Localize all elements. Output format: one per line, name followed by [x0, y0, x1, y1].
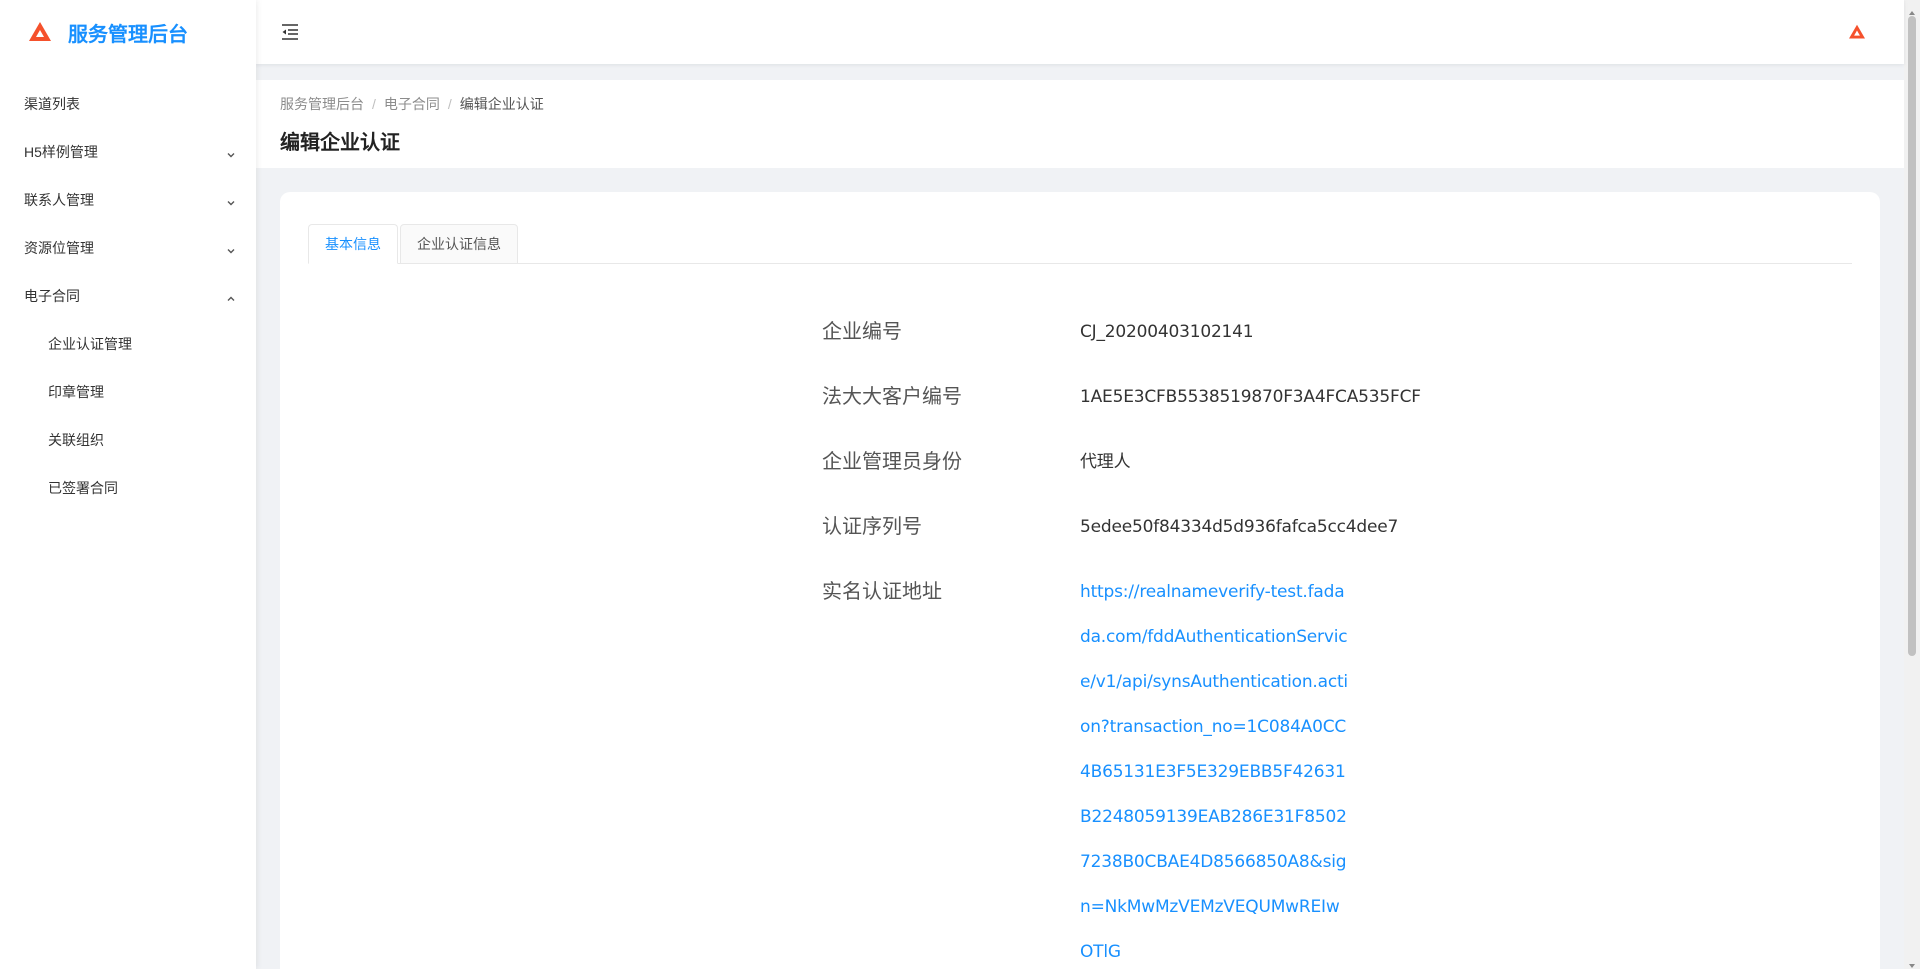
- sidebar-item-label: 资源位管理: [24, 240, 94, 256]
- sidebar-item-label: 电子合同: [24, 288, 80, 304]
- page-title: 编辑企业认证: [280, 132, 400, 154]
- sidebar-item-label: 企业认证管理: [48, 336, 132, 352]
- logo-row[interactable]: 服务管理后台: [0, 0, 256, 64]
- sidebar-item-label: 印章管理: [48, 384, 104, 400]
- auth-url-link[interactable]: https://realnameverify-test.fadada.com/f…: [1080, 560, 1350, 969]
- app-title: 服务管理后台: [68, 23, 188, 46]
- sidebar-item-seal-management[interactable]: 印章管理: [0, 368, 256, 416]
- sidebar-item-contacts[interactable]: 联系人管理: [0, 176, 256, 224]
- chevron-down-icon: [226, 243, 236, 254]
- sidebar-item-related-orgs[interactable]: 关联组织: [0, 416, 256, 464]
- sidebar-item-channel-list[interactable]: 渠道列表: [0, 80, 256, 128]
- detail-value: CJ_20200403102141: [1080, 322, 1254, 342]
- sidebar-item-signed-contracts[interactable]: 已签署合同: [0, 464, 256, 512]
- breadcrumb-separator: /: [447, 96, 452, 112]
- detail-label: 企业管理员身份: [822, 451, 962, 473]
- page-scrollbar[interactable]: [1904, 0, 1920, 969]
- detail-row-customer-id: 法大大客户编号 1AE5E3CFB5538519870F3A4FCA535FCF: [822, 365, 1442, 430]
- breadcrumb: 服务管理后台 / 电子合同 / 编辑企业认证: [280, 94, 1880, 114]
- tabs: 基本信息 企业认证信息: [308, 224, 1852, 264]
- sidebar-menu: 渠道列表 H5样例管理 联系人管理 资源位管理 电子合同 企业认证管理 印章管理…: [0, 80, 256, 512]
- breadcrumb-separator: /: [372, 96, 376, 112]
- logo-icon: [28, 21, 52, 43]
- chevron-down-icon: [226, 195, 236, 206]
- sidebar-item-enterprise-auth[interactable]: 企业认证管理: [0, 320, 256, 368]
- breadcrumb-item-home[interactable]: 服务管理后台: [280, 94, 364, 114]
- breadcrumb-item-e-contract[interactable]: 电子合同: [384, 94, 440, 114]
- sidebar-item-resource-slots[interactable]: 资源位管理: [0, 224, 256, 272]
- detail-label: 实名认证地址: [822, 581, 942, 603]
- tab-enterprise-auth-info[interactable]: 企业认证信息: [400, 224, 518, 264]
- breadcrumb-item-current: 编辑企业认证: [459, 96, 544, 112]
- sidebar: 服务管理后台 渠道列表 H5样例管理 联系人管理 资源位管理 电子合同 企业认证…: [0, 0, 256, 969]
- detail-row-enterprise-id: 企业编号 CJ_20200403102141: [822, 300, 1442, 365]
- tab-basic-info[interactable]: 基本信息: [308, 224, 398, 264]
- detail-value: 1AE5E3CFB5538519870F3A4FCA535FCF: [1080, 387, 1421, 407]
- scroll-thumb[interactable]: [1908, 16, 1916, 656]
- top-header: [256, 0, 1904, 64]
- sidebar-item-label: 已签署合同: [48, 480, 118, 496]
- sidebar-item-label: 关联组织: [48, 432, 104, 448]
- scroll-down-icon[interactable]: [1908, 957, 1916, 968]
- chevron-up-icon: [226, 291, 236, 301]
- detail-label: 企业编号: [822, 321, 902, 343]
- page-header: 服务管理后台 / 电子合同 / 编辑企业认证 编辑企业认证: [256, 80, 1904, 168]
- logo-icon[interactable]: [1848, 24, 1866, 40]
- sidebar-item-label: 联系人管理: [24, 192, 94, 208]
- detail-value: 5edee50f84334d5d936fafca5cc4dee7: [1080, 517, 1399, 537]
- sidebar-item-label: H5样例管理: [24, 144, 98, 160]
- details-list: 企业编号 CJ_20200403102141 法大大客户编号 1AE5E3CFB…: [822, 300, 1442, 969]
- content-card: 基本信息 企业认证信息 企业编号 CJ_20200403102141 法大大客户…: [280, 192, 1880, 969]
- detail-row-admin-identity: 企业管理员身份 代理人: [822, 430, 1442, 495]
- detail-label: 法大大客户编号: [822, 386, 962, 408]
- sidebar-item-h5-samples[interactable]: H5样例管理: [0, 128, 256, 176]
- detail-value: 代理人: [1080, 452, 1131, 472]
- menu-fold-icon[interactable]: [280, 22, 300, 42]
- detail-label: 认证序列号: [822, 516, 922, 538]
- sidebar-item-e-contract[interactable]: 电子合同: [0, 272, 256, 320]
- detail-row-auth-serial: 认证序列号 5edee50f84334d5d936fafca5cc4dee7: [822, 495, 1442, 560]
- scroll-up-icon[interactable]: [1908, 4, 1916, 15]
- sidebar-item-label: 渠道列表: [24, 96, 80, 112]
- detail-row-auth-url: 实名认证地址 https://realnameverify-test.fadad…: [822, 560, 1442, 969]
- chevron-down-icon: [226, 147, 236, 158]
